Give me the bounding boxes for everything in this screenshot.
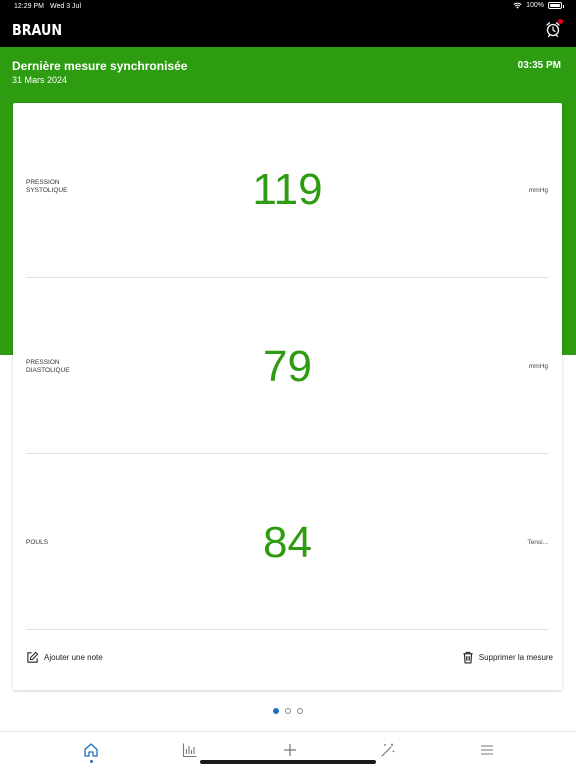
status-date: Wed 3 Jul — [50, 3, 81, 10]
app-header: BRAUN — [0, 14, 576, 47]
row-divider — [26, 453, 549, 454]
status-bar: 12:29 PM Wed 3 Jul 100% — [0, 0, 576, 14]
delete-measurement-button[interactable]: Supprimer la mesure — [462, 651, 553, 664]
reading-value: 84 — [263, 518, 312, 567]
alarm-notification-dot — [558, 19, 563, 24]
active-tab-dot — [90, 760, 93, 763]
tab-home[interactable] — [83, 742, 99, 763]
tab-insights[interactable] — [380, 742, 396, 758]
wifi-icon — [513, 2, 522, 9]
page-indicator — [0, 708, 576, 714]
reading-unit: mmHg — [528, 187, 548, 194]
tab-history[interactable] — [182, 742, 198, 758]
edit-note-icon — [27, 651, 39, 663]
reading-pulse: POULS 84 Tensi... — [13, 455, 562, 631]
menu-icon — [481, 745, 493, 755]
battery-percent: 100% — [526, 2, 544, 9]
page-dot-1[interactable] — [273, 708, 279, 714]
chart-icon — [182, 743, 197, 758]
tab-add[interactable] — [282, 742, 298, 758]
reading-value: 79 — [263, 342, 312, 391]
status-right: 100% — [513, 2, 564, 9]
battery-icon — [548, 2, 564, 9]
measurement-title: Dernière mesure synchronisée — [12, 59, 188, 73]
page-dot-2[interactable] — [285, 708, 291, 714]
plus-icon — [284, 744, 296, 756]
braun-logo: BRAUN — [12, 21, 63, 39]
delete-measurement-label: Supprimer la mesure — [478, 653, 553, 662]
card-actions: Ajouter une note Supprimer la mesure — [13, 651, 562, 673]
reading-unit: Tensi... — [527, 539, 548, 546]
reading-diastolic: PRESSION DIASTOLIQUE 79 mmHg — [13, 279, 562, 455]
row-divider — [26, 629, 549, 630]
page-dot-3[interactable] — [297, 708, 303, 714]
status-time: 12:29 PM — [14, 3, 44, 10]
trash-icon — [463, 651, 473, 664]
reading-value: 119 — [252, 165, 323, 214]
add-note-label: Ajouter une note — [44, 653, 103, 662]
reading-systolic: PRESSION SYSTOLIQUE 119 mmHg — [13, 103, 562, 279]
home-indicator[interactable] — [200, 760, 376, 764]
row-divider — [26, 277, 549, 278]
reading-unit: mmHg — [528, 363, 548, 370]
measurement-time: 03:35 PM — [517, 60, 561, 71]
add-note-button[interactable]: Ajouter une note — [26, 651, 103, 664]
home-icon — [84, 743, 98, 757]
measurement-card: PRESSION SYSTOLIQUE 119 mmHg PRESSION DI… — [13, 103, 562, 690]
measurement-date: 31 Mars 2024 — [12, 75, 68, 85]
magic-wand-icon — [381, 743, 395, 757]
tab-menu[interactable] — [479, 742, 495, 758]
alarm-clock-icon[interactable] — [544, 19, 563, 38]
